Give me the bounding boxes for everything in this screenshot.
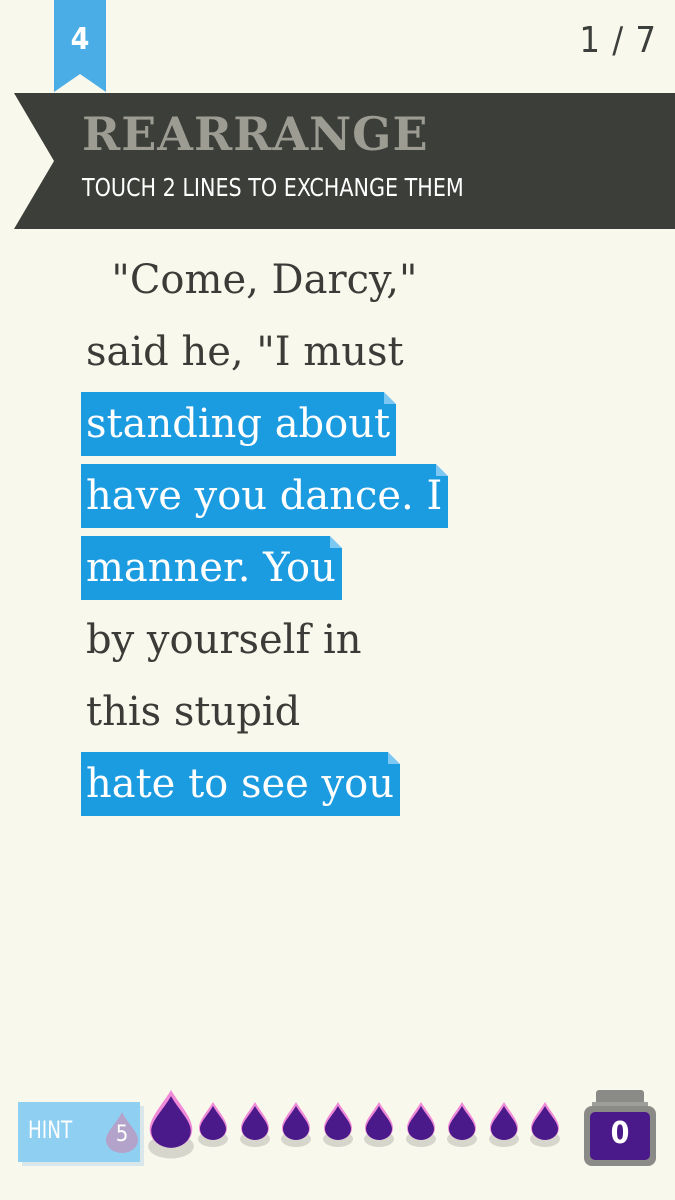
ink-drop-icon	[198, 1102, 228, 1147]
poem-line[interactable]: this stupid	[81, 676, 641, 748]
ink-drops-meter	[145, 1088, 565, 1168]
ink-drop-icon	[447, 1102, 477, 1147]
ink-drop-icon	[488, 1102, 519, 1147]
poem-line-text: "Come, Darcy,"	[86, 257, 418, 303]
puzzle-progress: 1 / 7	[579, 20, 657, 61]
mode-title: REARRANGE	[82, 107, 429, 161]
poem-lines: "Come, Darcy," said he, "I must standing a…	[81, 244, 641, 820]
ink-count: 0	[610, 1116, 630, 1151]
poem-line-text: said he, "I must	[86, 329, 404, 375]
poem-line[interactable]: have you dance. I	[81, 460, 641, 532]
hint-button[interactable]: HINT 5	[18, 1102, 140, 1162]
poem-line-text: hate to see you	[81, 752, 400, 816]
hint-count: 5	[115, 1122, 129, 1147]
poem-line[interactable]: said he, "I must	[81, 316, 641, 388]
hint-label: HINT	[28, 1116, 73, 1144]
poem-line-text: standing about	[81, 392, 397, 456]
poem-line-text: by yourself in	[86, 617, 362, 663]
ink-drop-icon	[239, 1102, 270, 1147]
poem-line[interactable]: by yourself in	[81, 604, 641, 676]
ink-drop-icon	[405, 1102, 436, 1147]
ink-drop-icon	[322, 1102, 353, 1147]
poem-line-text: have you dance. I	[81, 464, 449, 528]
level-number: 4	[70, 22, 90, 57]
poem-line[interactable]: hate to see you	[81, 748, 641, 820]
instruction-banner: REARRANGE TOUCH 2 LINES TO EXCHANGE THEM	[14, 93, 675, 229]
ink-drop-icon	[281, 1102, 311, 1147]
level-badge: 4	[54, 0, 106, 92]
poem-line[interactable]: standing about	[81, 388, 641, 460]
poem-line-text: this stupid	[86, 689, 301, 735]
ink-drop-icon	[530, 1102, 560, 1147]
ink-drop-icon	[364, 1102, 394, 1147]
instruction-text: TOUCH 2 LINES TO EXCHANGE THEM	[82, 173, 464, 202]
poem-line[interactable]: "Come, Darcy,"	[81, 244, 641, 316]
ink-drop-icon	[148, 1090, 194, 1159]
poem-line-text: manner. You	[81, 536, 342, 600]
poem-line[interactable]: manner. You	[81, 532, 641, 604]
game-screen: 4 1 / 7 REARRANGE TOUCH 2 LINES TO EXCHA…	[0, 0, 675, 1200]
